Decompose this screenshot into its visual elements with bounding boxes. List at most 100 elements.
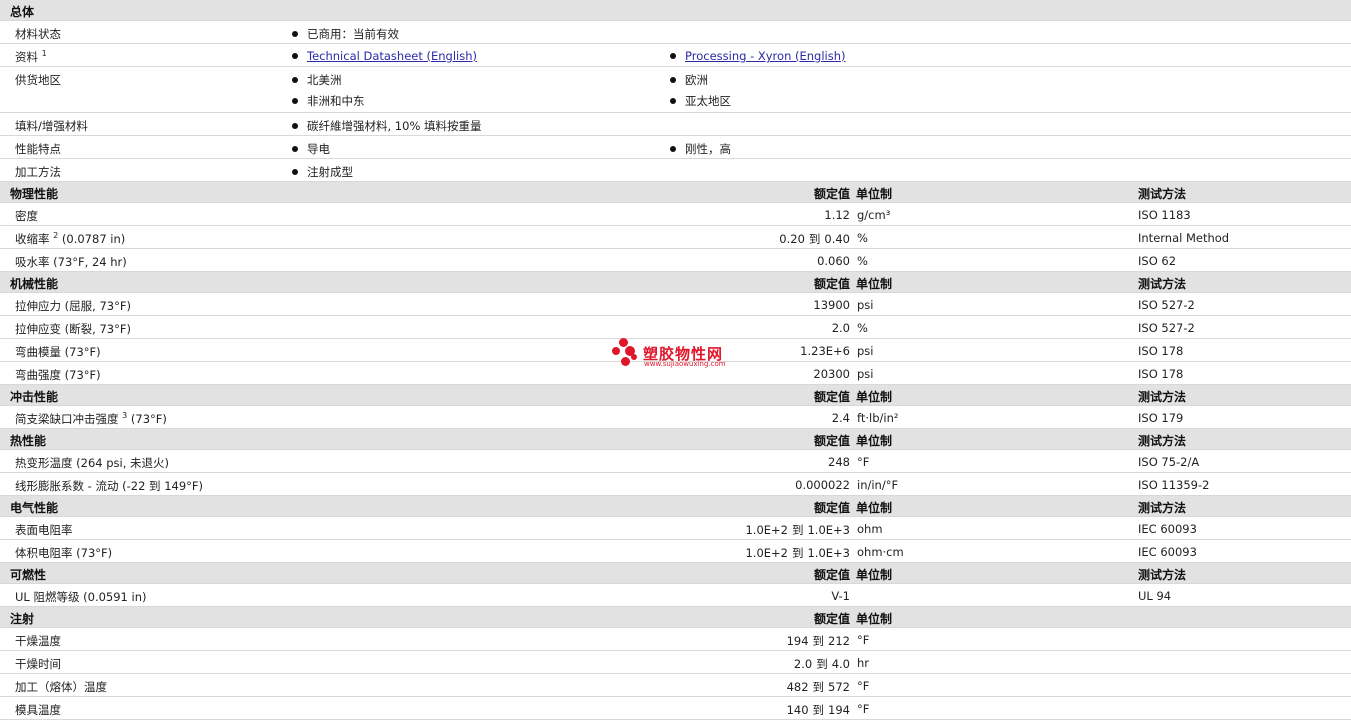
property-label: 热变形温度 (264 psi, 未退火) (15, 455, 169, 471)
general-value-item: 欧洲 (670, 72, 708, 88)
property-row: 收缩率 2 (0.0787 in) 0.20 到 0.40% Internal Meth… (0, 226, 1351, 249)
value-min: 0.060 (817, 254, 850, 268)
general-row: 性能特点 导电 刚性，高 (0, 136, 1351, 159)
property-name: 干燥时间 (15, 657, 61, 671)
property-condition: (264 psi, 未退火) (76, 456, 170, 470)
general-value: 北美洲 (307, 73, 342, 87)
column-header-value: 额定值 (813, 434, 850, 448)
column-header-test: 测试方法 (1138, 434, 1187, 448)
general-row: 材料状态 已商用：当前有效 (0, 21, 1351, 44)
section-header: 注射 额定值 单位制 (0, 607, 1351, 628)
value-min: 1.0E+2 (745, 546, 788, 560)
property-condition: (0.0591 in) (83, 590, 147, 604)
property-condition: (0.0787 in) (61, 232, 126, 246)
section-header: 热性能 额定值 单位制 测试方法 (0, 429, 1351, 450)
property-label: 收缩率 2 (0.0787 in) (15, 231, 125, 247)
property-unit: g/cm³ (857, 208, 891, 222)
value-min: 140 (786, 703, 809, 717)
property-condition: (73°F) (64, 368, 101, 382)
property-unit: % (857, 231, 868, 245)
property-value: 2.0 (832, 321, 850, 335)
property-unit: % (857, 321, 868, 335)
property-label: 线形膨胀系数 - 流动 (-22 到 149°F) (15, 478, 203, 494)
general-row-label-text: 资料 (15, 50, 38, 64)
property-row: 模具温度 140 到 194 °F (0, 697, 1351, 720)
general-value-item: 北美洲 (292, 72, 342, 88)
property-row: UL 阻燃等级 (0.0591 in) V-1 UL 94 (0, 584, 1351, 607)
property-label: UL 阻燃等级 (0.0591 in) (15, 589, 147, 605)
property-row: 吸水率 (73°F, 24 hr) 0.060% ISO 62 (0, 249, 1351, 272)
general-value-item: 刚性，高 (670, 141, 731, 157)
property-name: 体积电阻率 (15, 546, 73, 560)
property-unit: ohm·cm (857, 545, 904, 559)
value-max: 194 (828, 703, 850, 717)
property-unit: psi (857, 298, 874, 312)
property-row: 拉伸应变 (断裂, 73°F) 2.0% ISO 527-2 (0, 316, 1351, 339)
property-label: 拉伸应力 (屈服, 73°F) (15, 298, 131, 314)
property-unit: psi (857, 344, 874, 358)
general-value-item: 导电 (292, 141, 330, 157)
column-header-unit: 单位制 (856, 568, 893, 582)
property-name: 弯曲强度 (15, 368, 61, 382)
property-unit: in/in/°F (857, 478, 899, 492)
general-row: 填料/增强材料 碳纤維增强材料, 10% 填料按重量 (0, 113, 1351, 136)
section-header-general: 总体 (0, 0, 1351, 21)
property-value: 1.12 (824, 208, 850, 222)
property-condition: (73°F) (130, 412, 167, 426)
footnote-marker: 3 (122, 411, 128, 420)
datasheet-link-item[interactable]: Processing - Xyron (English) (670, 49, 846, 63)
column-header-value: 额定值 (813, 501, 850, 515)
general-value: 已商用：当前有效 (307, 27, 399, 41)
general-value: 碳纤維增强材料, 10% 填料按重量 (307, 119, 482, 133)
property-value: V-1 (831, 589, 850, 603)
column-header-test: 测试方法 (1138, 501, 1187, 515)
value-min: 13900 (813, 298, 850, 312)
property-condition: (断裂, 73°F) (64, 322, 131, 336)
property-unit: ohm (857, 522, 883, 536)
property-test-method: ISO 75-2/A (1138, 455, 1200, 469)
section-header: 电气性能 额定值 单位制 测试方法 (0, 496, 1351, 517)
section-title: 注射 (10, 612, 35, 626)
property-test-method: ISO 527-2 (1138, 298, 1195, 312)
footnote-marker: 2 (53, 231, 59, 240)
property-name: 弯曲模量 (15, 345, 61, 359)
property-row: 线形膨胀系数 - 流动 (-22 到 149°F) 0.000022 in/in/°… (0, 473, 1351, 496)
range-separator: 到 (812, 703, 825, 717)
property-test-method: UL 94 (1138, 589, 1172, 603)
property-test-method: ISO 179 (1138, 411, 1184, 425)
property-value: 1.0E+2 到 1.0E+3 (745, 545, 850, 561)
property-name: 密度 (15, 209, 38, 223)
property-test-method: ISO 527-2 (1138, 321, 1195, 335)
property-value: 482 到 572 (787, 679, 850, 695)
property-unit: % (857, 254, 868, 268)
value-min: 1.0E+2 (745, 523, 788, 537)
property-unit: °F (857, 455, 870, 469)
watermark-url: www.sujiaowuxing.com (644, 360, 726, 368)
property-label: 弯曲模量 (73°F) (15, 344, 101, 360)
value-min: V-1 (831, 589, 850, 603)
value-max: 212 (828, 634, 850, 648)
datasheet-link[interactable]: Processing - Xyron (English) (685, 49, 846, 63)
datasheet-link[interactable]: Technical Datasheet (English) (307, 49, 477, 63)
property-unit: °F (857, 679, 870, 693)
general-row-label: 加工方法 (15, 164, 61, 180)
range-separator: 到 (812, 680, 825, 694)
datasheet-link-item[interactable]: Technical Datasheet (English) (292, 49, 477, 63)
property-row: 简支梁缺口冲击强度 3 (73°F) 2.4 ft·lb/in² ISO 179 (0, 406, 1351, 429)
watermark-dots-icon (612, 338, 642, 368)
property-value: 140 到 194 (787, 702, 850, 718)
range-separator: 到 (812, 634, 825, 648)
property-name: 线形膨胀系数 - 流动 (15, 479, 119, 493)
general-row-label-text: 供货地区 (15, 73, 61, 87)
property-row: 加工（熔体）温度 482 到 572 °F (0, 674, 1351, 697)
property-name: 拉伸应力 (15, 299, 61, 313)
property-label: 拉伸应变 (断裂, 73°F) (15, 321, 131, 337)
range-separator: 到 (791, 523, 804, 537)
property-name: 加工（熔体）温度 (15, 680, 107, 694)
value-min: 20300 (813, 367, 850, 381)
property-value: 194 到 212 (787, 633, 850, 649)
property-condition: (73°F, 24 hr) (53, 255, 127, 269)
property-value: 2.0 到 4.0 (794, 656, 850, 672)
property-label: 弯曲强度 (73°F) (15, 367, 101, 383)
property-value: 0.20 到 0.40 (779, 231, 850, 247)
